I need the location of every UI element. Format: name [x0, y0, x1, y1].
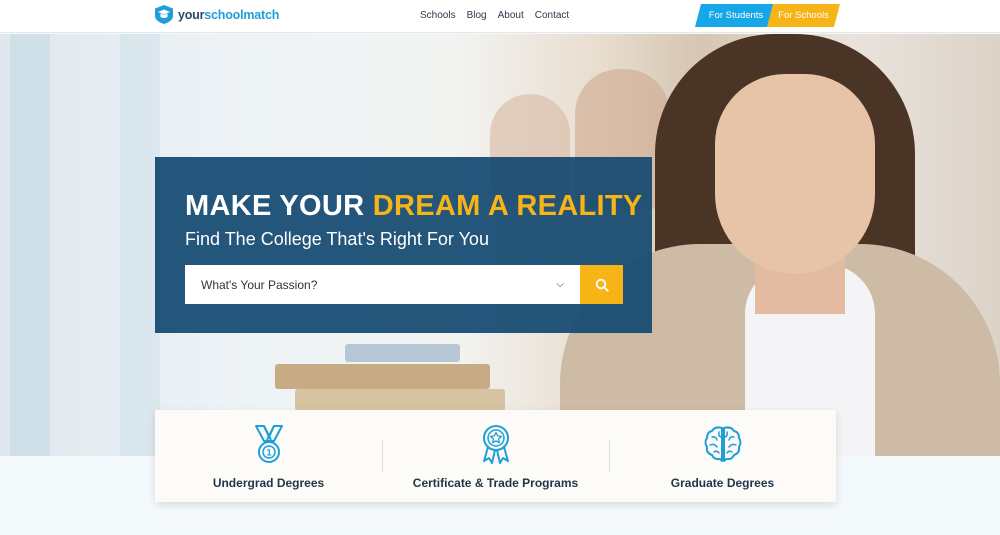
book [275, 364, 490, 389]
nav-about[interactable]: About [498, 10, 524, 21]
graduation-cap-shield-icon [155, 5, 173, 24]
divider [382, 440, 383, 472]
main-nav: Schools Blog About Contact [420, 10, 569, 21]
chevron-down-icon: ⌵ [556, 279, 564, 290]
svg-text:1: 1 [266, 448, 271, 458]
site-header: yourschoolmatch Schools Blog About Conta… [0, 0, 1000, 33]
category-label: Undergrad Degrees [212, 476, 325, 490]
student-face [715, 74, 875, 274]
audience-switcher: For Students For Schools [695, 4, 840, 27]
medal-icon: 1 [254, 425, 283, 463]
search-icon [595, 278, 609, 292]
category-strip: 1 Undergrad Degrees Certificate & Trade … [155, 410, 836, 502]
category-label: Graduate Degrees [670, 476, 775, 490]
divider [609, 440, 610, 472]
passion-select[interactable]: What's Your Passion? ⌵ [185, 265, 580, 304]
book [345, 344, 460, 362]
category-certificate[interactable]: Certificate & Trade Programs [382, 410, 609, 502]
book [295, 389, 505, 411]
logo-text: yourschoolmatch [178, 7, 280, 22]
background-window [10, 34, 50, 456]
hero-headline: MAKE YOUR DREAM A REALITY [185, 190, 643, 222]
nav-schools[interactable]: Schools [420, 10, 456, 21]
nav-blog[interactable]: Blog [467, 10, 487, 21]
for-students-button[interactable]: For Students [695, 4, 777, 27]
nav-contact[interactable]: Contact [535, 10, 569, 21]
award-ribbon-icon [482, 425, 509, 464]
category-graduate[interactable]: Graduate Degrees [609, 410, 836, 502]
hero-subheadline: Find The College That's Right For You [185, 229, 489, 249]
search-panel: MAKE YOUR DREAM A REALITY Find The Colle… [155, 157, 652, 333]
category-label: Certificate & Trade Programs [412, 476, 579, 490]
background-window [120, 34, 160, 456]
for-schools-button[interactable]: For Schools [767, 4, 840, 27]
brain-icon [704, 426, 741, 462]
passion-select-value: What's Your Passion? [201, 277, 318, 292]
category-undergrad[interactable]: 1 Undergrad Degrees [155, 410, 382, 502]
search-button[interactable] [580, 265, 623, 304]
logo[interactable]: yourschoolmatch [155, 5, 279, 24]
